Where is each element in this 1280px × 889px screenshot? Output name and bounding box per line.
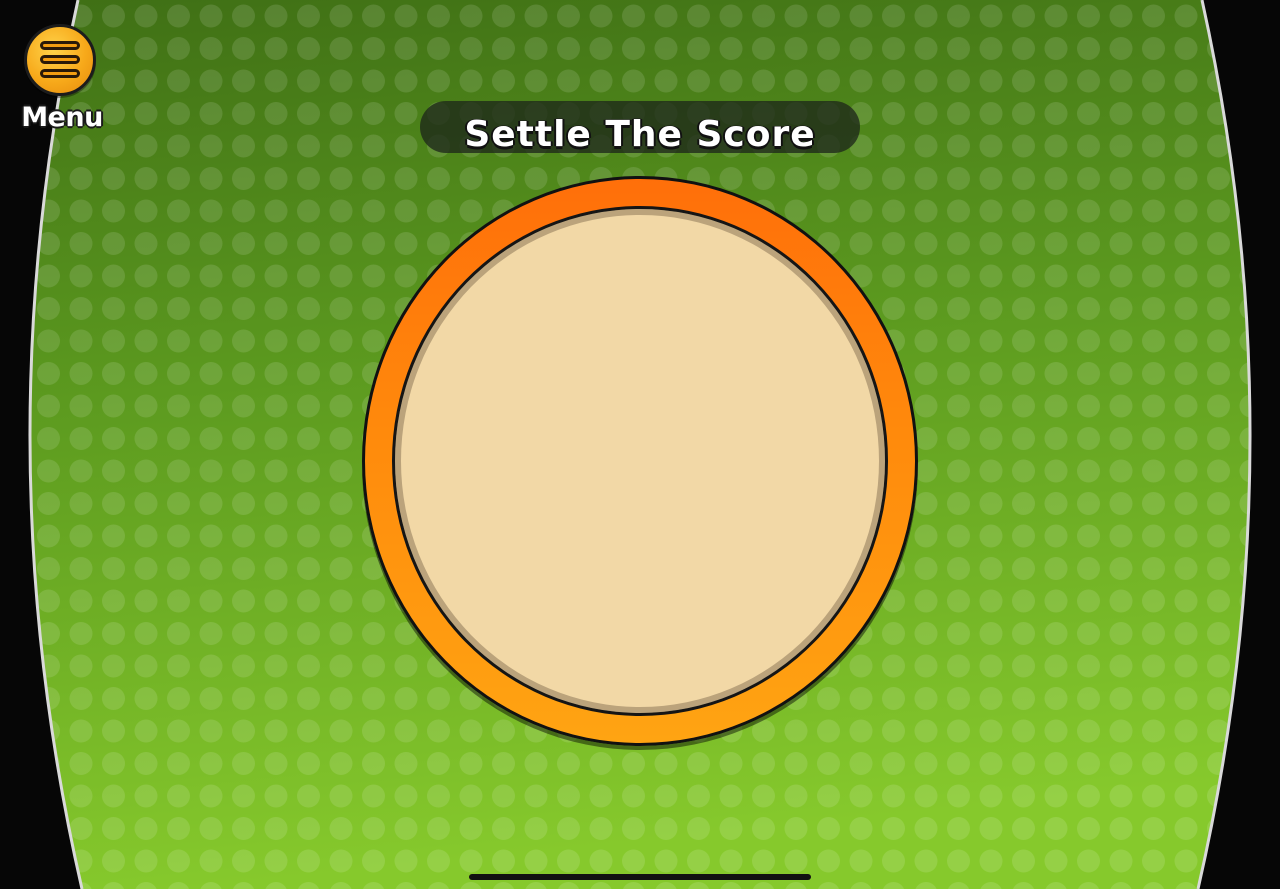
hamburger-bar (40, 69, 80, 78)
hamburger-icon[interactable] (24, 24, 96, 96)
home-indicator[interactable] (469, 874, 811, 880)
hamburger-bar (40, 55, 80, 64)
game-screen: Menu Settle The Score (0, 0, 1280, 889)
menu-label: Menu (20, 101, 104, 134)
score-ring (362, 176, 918, 746)
score-plate (392, 206, 888, 716)
page-title: Settle The Score (464, 114, 816, 154)
menu-button[interactable]: Menu (18, 22, 108, 142)
title-banner: Settle The Score (420, 101, 860, 153)
hamburger-bar (40, 41, 80, 50)
